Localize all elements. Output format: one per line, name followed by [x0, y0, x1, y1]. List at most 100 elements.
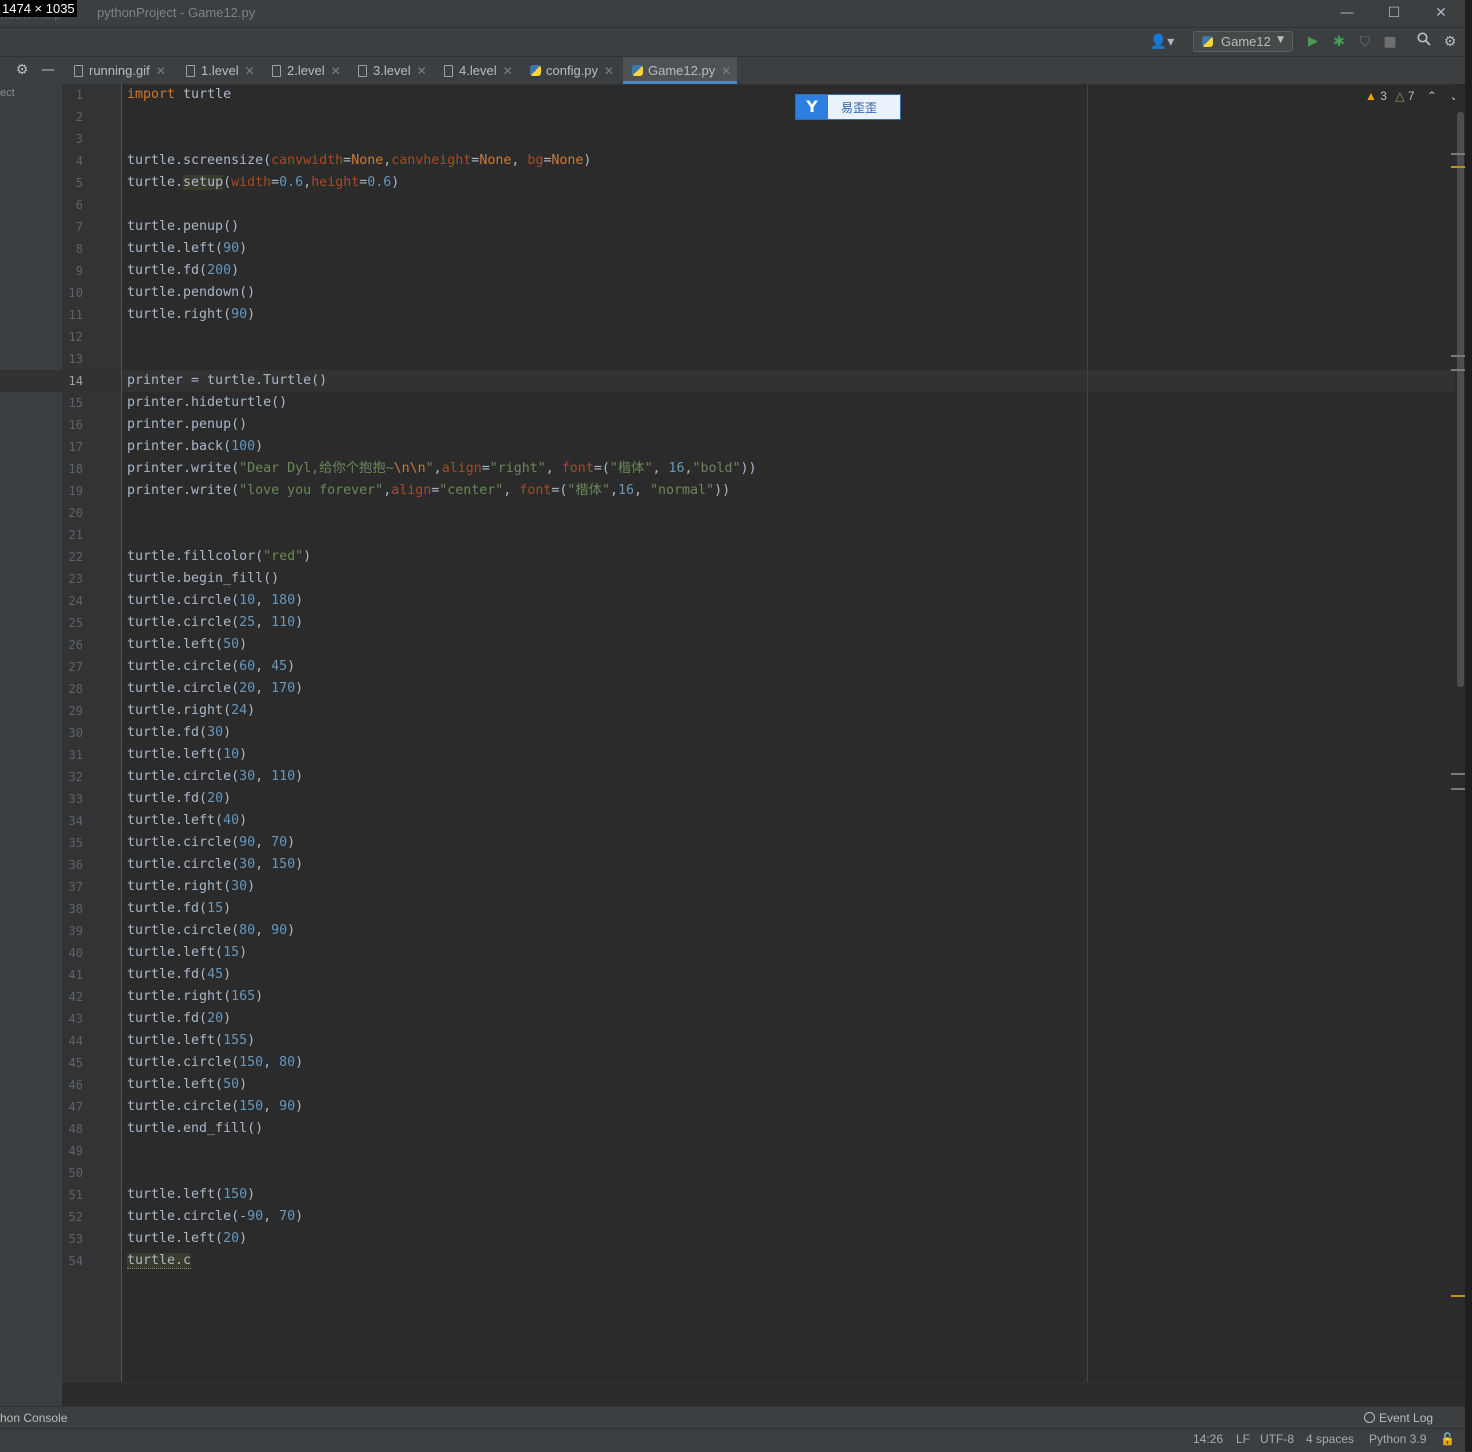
code-text[interactable]: turtle.right(24): [127, 700, 255, 722]
scroll-marker[interactable]: [1451, 788, 1465, 790]
project-settings-gear-icon[interactable]: ⚙: [12, 60, 32, 80]
code-line[interactable]: 24 turtle.circle(10, 180): [0, 590, 1455, 612]
line-number[interactable]: 42: [62, 986, 83, 1008]
code-line[interactable]: 4 turtle.screensize(canvwidth=None,canvhe…: [0, 150, 1455, 172]
line-number[interactable]: 38: [62, 898, 83, 920]
code-line[interactable]: 25 turtle.circle(25, 110): [0, 612, 1455, 634]
code-line[interactable]: 50: [0, 1162, 1455, 1184]
line-number[interactable]: 41: [62, 964, 83, 986]
code-line[interactable]: 15 printer.hideturtle(): [0, 392, 1455, 414]
code-line[interactable]: 21: [0, 524, 1455, 546]
line-number[interactable]: 26: [62, 634, 83, 656]
code-text[interactable]: turtle.fd(30): [127, 722, 231, 744]
line-number[interactable]: 5: [62, 172, 83, 194]
code-line[interactable]: 10 turtle.pendown(): [0, 282, 1455, 304]
previous-highlight-icon[interactable]: ⌃: [1427, 89, 1437, 103]
code-line[interactable]: 45 turtle.circle(150, 80): [0, 1052, 1455, 1074]
code-text[interactable]: printer.write("love you forever",align="…: [127, 480, 730, 502]
code-line[interactable]: 1 import turtle: [0, 84, 1455, 106]
stop-icon[interactable]: ■: [1382, 32, 1398, 52]
line-number[interactable]: 32: [62, 766, 83, 788]
tab-4-level[interactable]: 4.level ✕: [436, 57, 519, 84]
line-number[interactable]: 29: [62, 700, 83, 722]
line-number[interactable]: 27: [62, 656, 83, 678]
code-line[interactable]: 22 turtle.fillcolor("red"): [0, 546, 1455, 568]
code-line[interactable]: 29 turtle.right(24): [0, 700, 1455, 722]
code-text[interactable]: turtle.penup(): [127, 216, 239, 238]
line-number[interactable]: 17: [62, 436, 83, 458]
code-text[interactable]: turtle.fd(15): [127, 898, 231, 920]
line-number[interactable]: 34: [62, 810, 83, 832]
code-text[interactable]: turtle.left(10): [127, 744, 247, 766]
scroll-marker[interactable]: [1451, 369, 1465, 371]
code-editor[interactable]: 1 import turtle 2 3 4 turtle.screensize(canvw…: [0, 84, 1455, 1382]
code-line[interactable]: 30 turtle.fd(30): [0, 722, 1455, 744]
code-text[interactable]: turtle.circle(20, 170): [127, 678, 303, 700]
code-text[interactable]: turtle.circle(60, 45): [127, 656, 295, 678]
code-text[interactable]: printer.write("Dear Dyl,给你个抱抱~\n\n",alig…: [127, 458, 757, 480]
line-number[interactable]: 52: [62, 1206, 83, 1228]
close-tab-icon[interactable]: ✕: [245, 64, 255, 78]
scroll-marker[interactable]: [1451, 355, 1465, 357]
line-number[interactable]: 19: [62, 480, 83, 502]
close-tab-icon[interactable]: ✕: [417, 64, 427, 78]
line-number[interactable]: 12: [62, 326, 83, 348]
inspection-widget[interactable]: ▲ 3 △ 7 ⌃ ⌄: [1365, 89, 1459, 103]
code-text[interactable]: turtle.left(90): [127, 238, 247, 260]
code-line[interactable]: 23 turtle.begin_fill(): [0, 568, 1455, 590]
line-number[interactable]: 21: [62, 524, 83, 546]
python-interpreter[interactable]: Python 3.9: [1369, 1432, 1426, 1446]
code-line[interactable]: 37 turtle.right(30): [0, 876, 1455, 898]
code-text[interactable]: turtle.left(150): [127, 1184, 255, 1206]
code-line[interactable]: 16 printer.penup(): [0, 414, 1455, 436]
code-text[interactable]: turtle.circle(90, 70): [127, 832, 295, 854]
code-line[interactable]: 32 turtle.circle(30, 110): [0, 766, 1455, 788]
search-everywhere-icon[interactable]: [1414, 32, 1434, 52]
code-line[interactable]: 47 turtle.circle(150, 90): [0, 1096, 1455, 1118]
code-text[interactable]: turtle.left(15): [127, 942, 247, 964]
scroll-marker[interactable]: [1451, 773, 1465, 775]
code-line[interactable]: 31 turtle.left(10): [0, 744, 1455, 766]
close-tab-icon[interactable]: ✕: [721, 64, 731, 78]
line-number[interactable]: 16: [62, 414, 83, 436]
code-text[interactable]: turtle.circle(-90, 70): [127, 1206, 303, 1228]
code-text[interactable]: turtle.left(155): [127, 1030, 255, 1052]
code-line[interactable]: 12: [0, 326, 1455, 348]
code-line[interactable]: 18 printer.write("Dear Dyl,给你个抱抱~\n\n",al…: [0, 458, 1455, 480]
line-separator[interactable]: LF: [1236, 1432, 1250, 1446]
warning-marker[interactable]: [1451, 166, 1465, 168]
code-text[interactable]: turtle.circle(10, 180): [127, 590, 303, 612]
code-text[interactable]: turtle.circle(30, 110): [127, 766, 303, 788]
line-number[interactable]: 37: [62, 876, 83, 898]
line-number[interactable]: 20: [62, 502, 83, 524]
code-text[interactable]: printer = turtle.Turtle(): [127, 370, 327, 392]
line-number[interactable]: 54: [62, 1250, 83, 1272]
code-line[interactable]: 36 turtle.circle(30, 150): [0, 854, 1455, 876]
line-number[interactable]: 51: [62, 1184, 83, 1206]
code-line[interactable]: 13: [0, 348, 1455, 370]
close-button[interactable]: ✕: [1430, 3, 1452, 23]
code-line[interactable]: 52 turtle.circle(-90, 70): [0, 1206, 1455, 1228]
code-line[interactable]: 34 turtle.left(40): [0, 810, 1455, 832]
line-number[interactable]: 13: [62, 348, 83, 370]
line-number[interactable]: 46: [62, 1074, 83, 1096]
tab-config-py[interactable]: config.py ✕: [522, 57, 620, 84]
line-number[interactable]: 14: [62, 370, 83, 392]
line-number[interactable]: 31: [62, 744, 83, 766]
code-line[interactable]: 8 turtle.left(90): [0, 238, 1455, 260]
scroll-marker[interactable]: [1451, 153, 1465, 155]
code-text[interactable]: turtle.fd(45): [127, 964, 231, 986]
line-number[interactable]: 6: [62, 194, 83, 216]
code-line[interactable]: 43 turtle.fd(20): [0, 1008, 1455, 1030]
line-number[interactable]: 47: [62, 1096, 83, 1118]
run-with-coverage-icon[interactable]: ⛉: [1356, 32, 1374, 52]
minimize-button[interactable]: —: [1336, 3, 1358, 23]
code-text[interactable]: turtle.fd(20): [127, 788, 231, 810]
code-line[interactable]: 7 turtle.penup(): [0, 216, 1455, 238]
code-line[interactable]: 54 turtle.c: [0, 1250, 1455, 1272]
line-number[interactable]: 49: [62, 1140, 83, 1162]
code-text[interactable]: turtle.circle(80, 90): [127, 920, 295, 942]
code-line[interactable]: 26 turtle.left(50): [0, 634, 1455, 656]
code-text[interactable]: turtle.left(40): [127, 810, 247, 832]
line-number[interactable]: 30: [62, 722, 83, 744]
